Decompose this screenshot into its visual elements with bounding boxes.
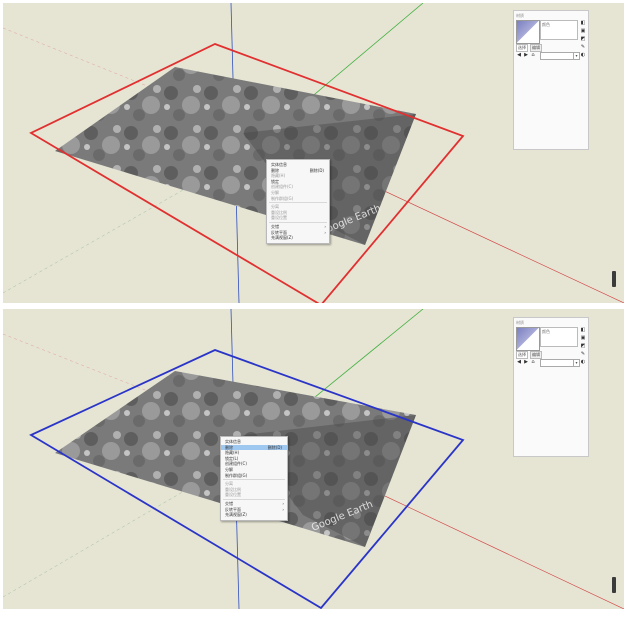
tray-edge-handle[interactable]: [612, 577, 616, 593]
details-icon[interactable]: ◐: [580, 52, 586, 58]
material-swatch[interactable]: [516, 327, 540, 351]
material-swatch[interactable]: [516, 20, 540, 44]
menu-item-label: 实体信息: [225, 439, 241, 444]
menu-item-label: 重设位置: [225, 492, 241, 498]
library-nav: ◀ ▶ ⌂ ▾ ◐: [516, 359, 586, 367]
menu-item-label: 分解: [271, 189, 279, 195]
menu-item-label: 反转平面: [225, 506, 241, 512]
viewport-bottom[interactable]: Google Earth 实体信息 删除 删除(D) 隐藏(H) 锁定(L) 创建组件(C…: [3, 309, 624, 609]
context-menu-item[interactable]: 重设位置: [267, 215, 329, 221]
menu-item-label: 交错: [271, 223, 279, 229]
menu-item-label: 实体信息: [271, 162, 287, 167]
menu-item-label: 隐藏(H): [225, 450, 240, 456]
menu-item-label: 分解: [225, 466, 233, 472]
tab-edit[interactable]: 编辑: [530, 44, 542, 52]
chevron-down-icon: ▾: [573, 53, 579, 59]
tray-title: 材质: [516, 13, 524, 18]
materials-tray: 材质 颜色 ◧ ▣ ◩ 选择 编辑 ✎ ◀ ▶ ⌂ ▾ ◐: [513, 317, 589, 457]
library-select[interactable]: ▾: [540, 52, 580, 60]
menu-separator: [223, 479, 285, 481]
tray-tabs: 选择 编辑 ✎: [516, 351, 586, 359]
menu-separator: [269, 221, 327, 223]
menu-item-label: 分离: [271, 204, 279, 210]
menu-item-label: 创建组件(C): [271, 184, 293, 190]
menu-item-label: 分离: [225, 481, 233, 487]
menu-item-label: 充满视窗(Z): [271, 235, 293, 241]
back-icon[interactable]: ◀: [516, 359, 522, 365]
context-menu-item[interactable]: 充满视窗(Z): [267, 235, 329, 241]
menu-separator: [223, 498, 285, 500]
context-menu-item[interactable]: 重设位置: [221, 492, 287, 498]
context-menu-item[interactable]: 充满视窗(Z): [221, 512, 287, 518]
chevron-down-icon: ▾: [573, 360, 579, 366]
menu-item-label: 反转平面: [271, 229, 287, 235]
context-menu-item[interactable]: 制作群组(G): [267, 196, 329, 202]
eyedropper-icon[interactable]: ✎: [580, 351, 586, 357]
eyedropper-icon[interactable]: ✎: [580, 44, 586, 50]
context-menu-item[interactable]: 制作群组(G): [221, 473, 287, 479]
menu-item-label: 删除: [271, 167, 279, 173]
material-name-field[interactable]: 颜色: [540, 20, 578, 40]
tab-select[interactable]: 选择: [516, 351, 528, 359]
menu-item-label: 重设比例: [225, 486, 241, 492]
viewport-top[interactable]: Google Earth 实体信息 删除 删除(D) 隐藏(H) 锁定 创建组件(C) 分解…: [3, 3, 624, 303]
paint-bucket-icon[interactable]: ▣: [580, 335, 586, 341]
sample-material-icon[interactable]: ◩: [580, 36, 586, 42]
home-icon[interactable]: ⌂: [530, 52, 536, 58]
menu-item-label: 制作群组(G): [225, 472, 248, 478]
tab-edit[interactable]: 编辑: [530, 351, 542, 359]
menu-item-label: 删除: [225, 444, 233, 450]
create-material-icon[interactable]: ◧: [580, 327, 586, 333]
create-material-icon[interactable]: ◧: [580, 20, 586, 26]
library-nav: ◀ ▶ ⌂ ▾ ◐: [516, 52, 586, 60]
forward-icon[interactable]: ▶: [523, 359, 529, 365]
menu-item-label: 重设比例: [271, 209, 287, 215]
tray-edge-handle[interactable]: [612, 271, 616, 287]
menu-item-label: 交错: [225, 500, 233, 506]
material-name-field[interactable]: 颜色: [540, 327, 578, 347]
tab-select[interactable]: 选择: [516, 44, 528, 52]
back-icon[interactable]: ◀: [516, 52, 522, 58]
home-icon[interactable]: ⌂: [530, 359, 536, 365]
menu-separator: [269, 202, 327, 204]
context-menu: 实体信息 删除 删除(D) 隐藏(H) 锁定 创建组件(C) 分解 制作群组(G) 分离 重设比例…: [266, 159, 330, 244]
tray-tabs: 选择 编辑 ✎: [516, 44, 586, 52]
menu-item-label: 创建组件(C): [225, 461, 247, 467]
menu-item-label: 充满视窗(Z): [225, 512, 247, 518]
materials-tray: 材质 颜色 ◧ ▣ ◩ 选择 编辑 ✎ ◀ ▶ ⌂ ▾ ◐: [513, 10, 589, 150]
tray-title: 材质: [516, 320, 524, 325]
context-menu: 实体信息 删除 删除(D) 隐藏(H) 锁定(L) 创建组件(C) 分解 制作群组(G) 分离重…: [220, 436, 288, 521]
sample-material-icon[interactable]: ◩: [580, 343, 586, 349]
library-select[interactable]: ▾: [540, 359, 580, 367]
menu-item-label: 制作群组(G): [271, 195, 294, 201]
details-icon[interactable]: ◐: [580, 359, 586, 365]
menu-item-label: 重设位置: [271, 215, 287, 221]
forward-icon[interactable]: ▶: [523, 52, 529, 58]
menu-item-label: 隐藏(H): [271, 173, 286, 179]
paint-bucket-icon[interactable]: ▣: [580, 28, 586, 34]
